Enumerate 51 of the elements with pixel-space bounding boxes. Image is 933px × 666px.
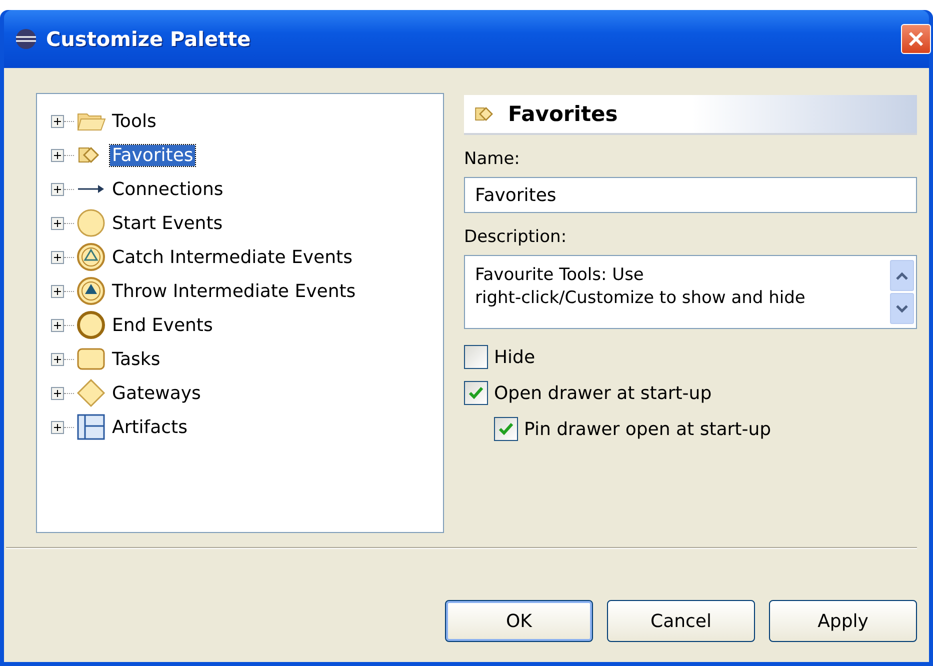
scroll-down-button[interactable] [890,293,914,324]
arrow-icon [76,184,106,194]
checkbox[interactable] [494,417,518,441]
app-icon [14,27,38,51]
tree-item[interactable]: End Events [110,314,215,336]
tree-item[interactable]: Tools [110,110,158,132]
expand-icon[interactable] [51,250,64,264]
expand-icon[interactable] [51,318,64,332]
dialog-button[interactable]: Apply [769,600,917,642]
expand-icon[interactable] [51,148,64,162]
tree-item[interactable]: Gateways [110,382,203,404]
checkmark-icon [498,422,514,436]
circle-icon [76,208,106,238]
description-field[interactable]: Favourite Tools: Use right-click/Customize to show and hide [464,255,917,329]
window-title: Customize Palette [46,27,252,51]
dialog-button[interactable]: OK [445,600,593,642]
scroll-up-button[interactable] [890,260,914,291]
checkbox[interactable] [464,345,488,369]
expand-icon[interactable] [51,386,64,400]
tree-item[interactable]: Favorites [110,144,196,166]
checkbox-label: Hide [494,346,536,368]
details-heading: Favorites [508,102,618,126]
circle-icon [76,310,106,340]
triangle-circle-icon [76,276,106,306]
tree-item[interactable]: Connections [110,178,226,200]
expand-icon[interactable] [51,352,64,366]
tree-item[interactable]: Start Events [110,212,225,234]
checkbox[interactable] [464,381,488,405]
checkmark-icon [468,386,484,400]
close-icon [907,30,925,48]
tree-item[interactable]: Tasks [110,348,162,370]
diamond-icon [76,378,106,408]
tree-item[interactable]: Catch Intermediate Events [110,246,354,268]
chevron-down-icon [895,304,909,314]
expand-icon[interactable] [51,182,64,196]
expand-icon[interactable] [51,420,64,434]
tree-item[interactable]: Throw Intermediate Events [110,280,358,302]
close-button[interactable] [901,24,931,54]
name-field[interactable]: Favorites [464,177,917,213]
checkbox-label: Pin drawer open at start-up [524,418,772,440]
expand-icon[interactable] [51,284,64,298]
dialog-button[interactable]: Cancel [607,600,755,642]
checkbox-label: Open drawer at start-up [494,382,712,404]
table-icon [76,412,106,442]
chevron-up-icon [895,270,909,280]
expand-icon[interactable] [51,114,64,128]
tree-item[interactable]: Artifacts [110,416,190,438]
name-label: Name: [464,149,521,169]
triangle-circle-icon [76,242,106,272]
description-label: Description: [464,227,568,247]
expand-icon[interactable] [51,216,64,230]
